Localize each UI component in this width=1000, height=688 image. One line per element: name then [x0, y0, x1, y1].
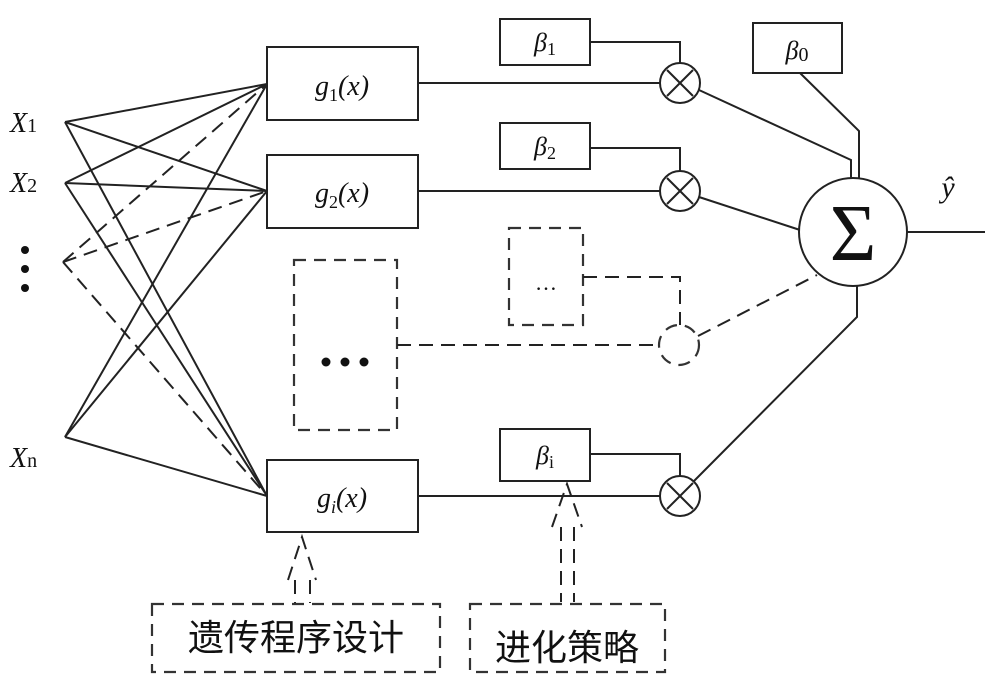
edge-xn-g1: [64, 83, 268, 438]
input-x2: X2: [9, 168, 37, 199]
input-ellipsis-icon: [21, 246, 29, 292]
multiply-node-2: [659, 170, 701, 212]
ellipsis-icon: [321, 357, 369, 367]
edge-beta1-mult1: [590, 41, 681, 63]
svg-text:g2(x): g2(x): [315, 178, 369, 212]
edge-ellipsis-weight: [583, 276, 681, 325]
function-g2: g2(x): [266, 154, 419, 229]
function-gi: gi(x): [266, 459, 419, 533]
edge-betai-multi: [590, 453, 681, 476]
svg-text:gi(x): gi(x): [317, 483, 367, 517]
edge-x2-gi: [64, 182, 268, 497]
gp-arrow: [287, 533, 317, 603]
edge-beta2-mult2: [590, 147, 681, 171]
method-evolution-strategy: 进化策略: [468, 602, 667, 674]
input-labels: X1 X2 Xn: [9, 108, 37, 474]
edge-xn-gi: [64, 436, 268, 497]
edge-x1-g1: [64, 83, 268, 123]
multiply-node-i: [659, 475, 701, 517]
sum-node: Σ: [798, 177, 908, 287]
edge-xn-g2: [64, 190, 268, 438]
edge-x1-g2: [64, 121, 268, 192]
svg-text:遗传程序设计: 遗传程序设计: [188, 618, 404, 659]
edge-mult2-sum: [698, 196, 801, 231]
neural-network-diagram: X1 X2 Xn g1(x) g2(x) gi(x) β1 β2 … βi β0…: [9, 18, 985, 674]
edge-x2-g1: [64, 83, 268, 184]
svg-text:进化策略: 进化策略: [495, 628, 639, 669]
edge-dots-gi: [62, 261, 268, 497]
function-ellipsis-box: [292, 258, 399, 432]
sigma-icon: Σ: [830, 190, 877, 278]
weight-ellipsis-box: …: [507, 226, 681, 327]
output-label: ŷ: [938, 171, 955, 204]
svg-text:…: …: [535, 270, 557, 295]
edge-x1-gi: [64, 121, 268, 497]
weight-betai: βi: [499, 428, 681, 482]
multiply-node-ellipsis: [657, 323, 701, 367]
edge-multellipsis-sum: [697, 274, 818, 337]
weight-beta1: β1: [499, 18, 681, 66]
es-arrow: [551, 480, 583, 602]
function-g1: g1(x): [266, 46, 419, 121]
edge-x2-g2: [64, 182, 268, 192]
weight-beta2: β2: [499, 122, 681, 171]
input-x1: X1: [9, 108, 37, 139]
multiply-node-1: [659, 62, 701, 104]
edge-mult1-sum: [698, 89, 852, 179]
input-connections: [62, 83, 268, 497]
input-xn: Xn: [9, 443, 37, 474]
method-genetic-programming: 遗传程序设计: [150, 602, 442, 674]
svg-text:g1(x): g1(x): [315, 71, 369, 105]
edge-multi-sum: [693, 285, 858, 482]
